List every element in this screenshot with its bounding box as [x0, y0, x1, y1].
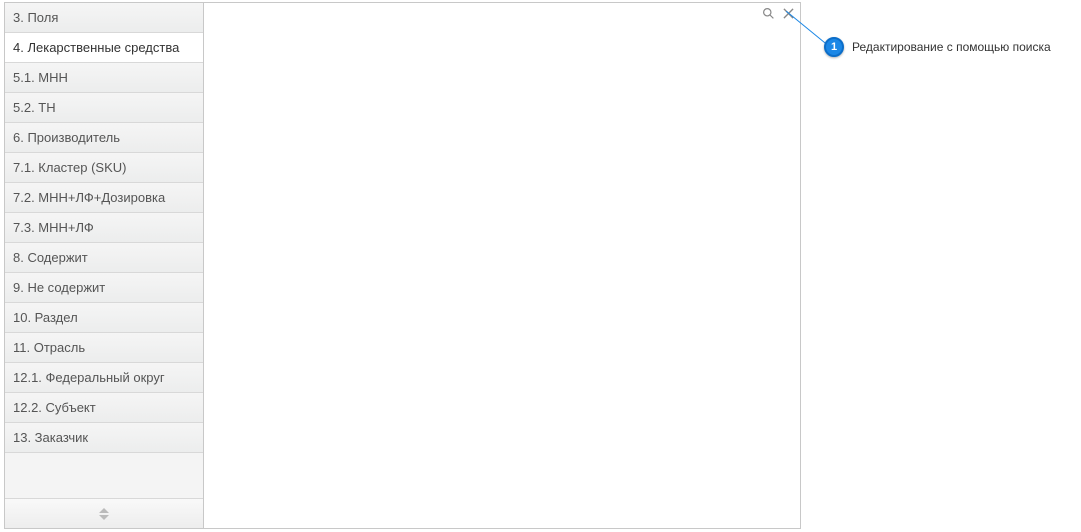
- sidebar-item-13-zakazchik[interactable]: 13. Заказчик: [5, 423, 203, 453]
- close-icon: [783, 8, 794, 19]
- sidebar-item-6-proizvoditel[interactable]: 6. Производитель: [5, 123, 203, 153]
- sidebar-item-7-3-mnn-lf[interactable]: 7.3. МНН+ЛФ: [5, 213, 203, 243]
- sidebar-item-12-1-federalny-okrug[interactable]: 12.1. Федеральный округ: [5, 363, 203, 393]
- sidebar-scroll-controls: [5, 498, 203, 528]
- search-icon: [762, 7, 775, 20]
- scroll-down-icon[interactable]: [99, 515, 109, 520]
- sidebar-item-9-ne-soderzhit[interactable]: 9. Не содержит: [5, 273, 203, 303]
- sidebar-item-3-polya[interactable]: 3. Поля: [5, 3, 203, 33]
- sidebar-item-label: 8. Содержит: [13, 250, 88, 265]
- sidebar-item-label: 5.2. ТН: [13, 100, 56, 115]
- sidebar-item-label: 11. Отрасль: [13, 340, 85, 355]
- sidebar-item-label: 13. Заказчик: [13, 430, 88, 445]
- sidebar-item-label: 12.1. Федеральный округ: [13, 370, 165, 385]
- search-button[interactable]: [760, 5, 776, 21]
- callout-number: 1: [831, 41, 837, 53]
- sidebar-item-label: 10. Раздел: [13, 310, 78, 325]
- sidebar-item-8-soderzhit[interactable]: 8. Содержит: [5, 243, 203, 273]
- sidebar-item-label: 3. Поля: [13, 10, 58, 25]
- sidebar-item-4-lekarstvennye-sredstva[interactable]: 4. Лекарственные средства: [5, 33, 203, 63]
- sidebar-item-label: 4. Лекарственные средства: [13, 40, 179, 55]
- sidebar-item-label: 7.1. Кластер (SKU): [13, 160, 126, 175]
- sidebar-item-7-1-klaster-sku[interactable]: 7.1. Кластер (SKU): [5, 153, 203, 183]
- sidebar-item-label: 7.2. МНН+ЛФ+Дозировка: [13, 190, 165, 205]
- sidebar-item-11-otrasl[interactable]: 11. Отрасль: [5, 333, 203, 363]
- sidebar-item-label: 6. Производитель: [13, 130, 120, 145]
- sidebar-item-5-1-mnn[interactable]: 5.1. МНН: [5, 63, 203, 93]
- sidebar-item-12-2-subekt[interactable]: 12.2. Субъект: [5, 393, 203, 423]
- sidebar-item-label: 12.2. Субъект: [13, 400, 96, 415]
- sidebar-item-10-razdel[interactable]: 10. Раздел: [5, 303, 203, 333]
- filter-panel: 3. Поля 4. Лекарственные средства 5.1. М…: [4, 2, 801, 529]
- close-button[interactable]: [780, 5, 796, 21]
- sidebar-item-label: 7.3. МНН+ЛФ: [13, 220, 94, 235]
- callout-text: Редактирование с помощью поиска: [852, 40, 1051, 54]
- sidebar-item-5-2-tn[interactable]: 5.2. ТН: [5, 93, 203, 123]
- sidebar-item-7-2-mnn-lf-dozirovka[interactable]: 7.2. МНН+ЛФ+Дозировка: [5, 183, 203, 213]
- scroll-up-icon[interactable]: [99, 508, 109, 513]
- callout-badge: 1: [824, 37, 844, 57]
- main-content-panel: [204, 3, 800, 528]
- sidebar-item-label: 5.1. МНН: [13, 70, 68, 85]
- sidebar: 3. Поля 4. Лекарственные средства 5.1. М…: [5, 3, 204, 528]
- panel-toolbar: [760, 5, 796, 21]
- sidebar-list: 3. Поля 4. Лекарственные средства 5.1. М…: [5, 3, 203, 498]
- sidebar-item-label: 9. Не содержит: [13, 280, 105, 295]
